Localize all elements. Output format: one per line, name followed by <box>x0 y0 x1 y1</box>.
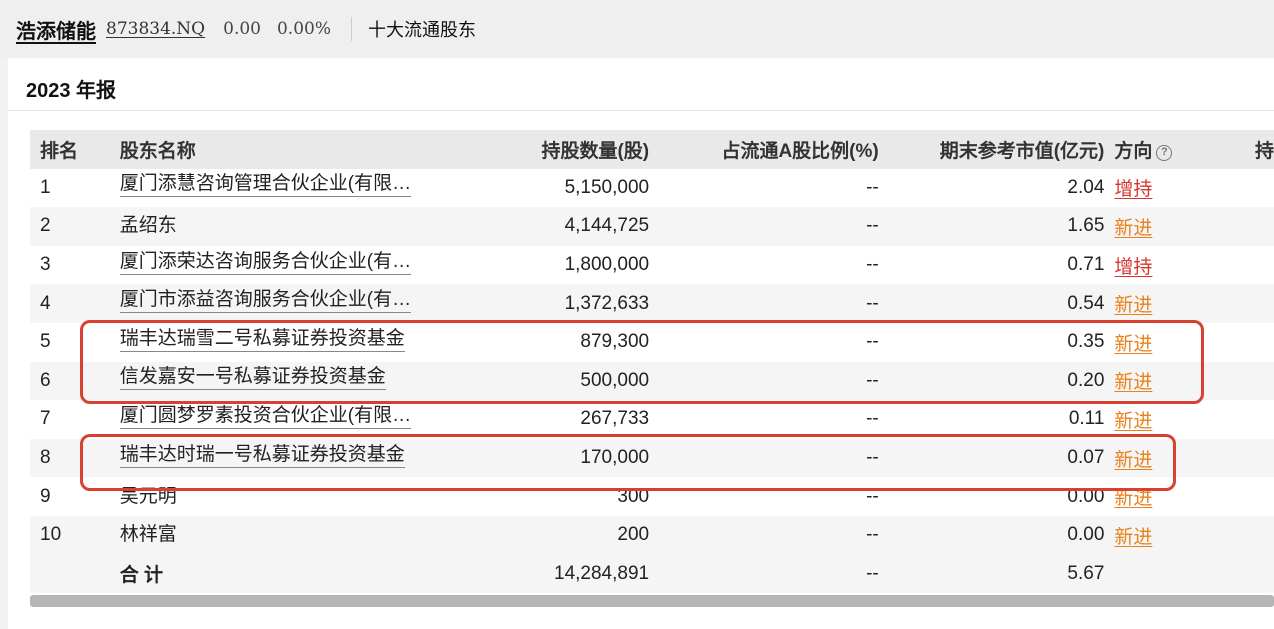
row-value: 1.65 <box>1067 215 1105 237</box>
col-name[interactable]: 股东名称 <box>120 130 450 169</box>
report-title: 2023 年报 <box>26 80 117 102</box>
direction-link[interactable]: 新进 <box>1114 450 1152 471</box>
direction-link[interactable]: 新进 <box>1114 334 1152 355</box>
row-pct: -- <box>866 524 879 546</box>
row-shares: 4,144,725 <box>564 215 650 237</box>
stock-name-link[interactable]: 浩添储能 <box>16 15 96 44</box>
row-value: 0.11 <box>1068 408 1105 430</box>
row-rank: 5 <box>40 331 51 353</box>
stock-change-pct: 0.00% <box>276 19 331 39</box>
row-shares: 170,000 <box>580 447 650 469</box>
row-value: 0.35 <box>1067 331 1105 353</box>
row-pct: -- <box>866 331 879 353</box>
col-more[interactable]: 持 <box>1214 130 1274 169</box>
row-shares: 1,800,000 <box>564 254 650 276</box>
row-pct: -- <box>866 408 879 430</box>
col-value[interactable]: 期末参考市值(亿元) <box>879 130 1105 169</box>
table-row: 6 信发嘉安一号私募证券投资基金 500,000 -- 0.20 新进 <box>30 361 1274 401</box>
col-direction[interactable]: 方向? <box>1104 130 1214 169</box>
stock-header: 浩添储能 873834.NQ 0.00 0.00% 十大流通股东 <box>0 0 1274 58</box>
help-circle-icon[interactable]: ? <box>1156 144 1173 161</box>
row-value: 0.07 <box>1067 447 1105 469</box>
stock-price: 0.00 <box>223 19 261 39</box>
row-value: 0.71 <box>1067 254 1105 276</box>
row-shares: 500,000 <box>580 369 650 391</box>
row-rank: 4 <box>40 292 51 314</box>
direction-link[interactable]: 新进 <box>1114 218 1152 239</box>
total-shares: 14,284,891 <box>554 562 650 584</box>
row-rank: 6 <box>40 369 51 391</box>
direction-link[interactable]: 增持 <box>1114 257 1152 278</box>
section-title: 十大流通股东 <box>368 20 476 41</box>
direction-link[interactable]: 新进 <box>1114 527 1152 548</box>
table-row: 3 厦门添荣达咨询服务合伙企业(有… 1,800,000 -- 0.71 增持 <box>30 245 1274 285</box>
row-shares: 200 <box>617 524 650 546</box>
table-header-row: 排名 股东名称 持股数量(股) 占流通A股比例(%) 期末参考市值(亿元) 方向… <box>30 130 1274 169</box>
table-row: 1 厦门添慧咨询管理合伙企业(有限… 5,150,000 -- 2.04 增持 <box>30 168 1274 208</box>
shareholder-name-link[interactable]: 林祥富 <box>120 523 177 547</box>
row-value: 2.04 <box>1067 176 1105 198</box>
row-pct: -- <box>866 176 879 198</box>
shareholder-name-link[interactable]: 厦门添慧咨询管理合伙企业(有限… <box>119 172 412 198</box>
total-label: 合 计 <box>119 565 164 587</box>
stock-code-link[interactable]: 873834.NQ <box>106 19 205 39</box>
shareholder-name-link[interactable]: 厦门圆梦罗素投资合伙企业(有限… <box>119 404 412 429</box>
header-divider <box>351 17 352 41</box>
table-row: 5 瑞丰达瑞雪二号私募证券投资基金 879,300 -- 0.35 新进 <box>30 322 1274 362</box>
row-shares: 267,733 <box>580 408 650 430</box>
row-shares: 300 <box>617 485 650 507</box>
table-row: 7 厦门圆梦罗素投资合伙企业(有限… 267,733 -- 0.11 新进 <box>30 400 1274 439</box>
row-pct: -- <box>866 447 879 469</box>
row-value: 0.00 <box>1067 524 1105 546</box>
table-row: 9 吴元明 300 -- 0.00 新进 <box>30 477 1274 516</box>
row-pct: -- <box>866 369 879 391</box>
direction-link[interactable]: 新进 <box>1114 411 1152 432</box>
col-shares[interactable]: 持股数量(股) <box>450 130 649 169</box>
shareholder-name-link[interactable]: 厦门添荣达咨询服务合伙企业(有… <box>119 250 412 275</box>
row-value: 0.20 <box>1067 369 1105 391</box>
shareholder-name-link[interactable]: 瑞丰达瑞雪二号私募证券投资基金 <box>119 327 405 352</box>
shareholder-name-link[interactable]: 信发嘉安一号私募证券投资基金 <box>119 365 386 391</box>
row-rank: 7 <box>40 408 51 430</box>
total-value: 5.67 <box>1067 562 1105 584</box>
col-direction-label: 方向 <box>1114 140 1153 162</box>
direction-link[interactable]: 增持 <box>1114 179 1152 200</box>
row-rank: 8 <box>40 447 51 469</box>
row-value: 0.00 <box>1067 485 1105 507</box>
row-rank: 2 <box>40 215 51 237</box>
row-pct: -- <box>866 485 879 507</box>
row-rank: 3 <box>40 254 51 276</box>
table-row: 8 瑞丰达时瑞一号私募证券投资基金 170,000 -- 0.07 新进 <box>30 438 1274 478</box>
row-pct: -- <box>866 292 879 314</box>
shareholder-name-link[interactable]: 孟绍东 <box>120 214 177 238</box>
shareholder-name-link[interactable]: 厦门市添益咨询服务合伙企业(有… <box>119 288 412 314</box>
row-shares: 879,300 <box>580 331 650 353</box>
table-row: 4 厦门市添益咨询服务合伙企业(有… 1,372,633 -- 0.54 新进 <box>30 284 1274 323</box>
col-rank[interactable]: 排名 <box>30 130 120 169</box>
row-rank: 1 <box>40 176 51 198</box>
direction-link[interactable]: 新进 <box>1114 488 1152 509</box>
direction-link[interactable]: 新进 <box>1114 295 1152 316</box>
table-row: 2 孟绍东 4,144,725 -- 1.65 新进 <box>30 207 1274 246</box>
row-pct: -- <box>866 215 879 237</box>
col-pct[interactable]: 占流通A股比例(%) <box>649 130 878 169</box>
row-value: 0.54 <box>1067 292 1105 314</box>
table-row: 10 林祥富 200 -- 0.00 新进 <box>30 515 1274 555</box>
total-row: 合 计 14,284,891 -- 5.67 <box>30 554 1274 594</box>
shareholders-panel: 2023 年报 排名 股东名称 持股数量(股) 占流通A股比例(%) 期末参考市… <box>8 58 1274 629</box>
total-pct: -- <box>866 562 879 584</box>
shareholder-name-link[interactable]: 瑞丰达时瑞一号私募证券投资基金 <box>119 443 405 468</box>
row-rank: 10 <box>40 524 62 546</box>
row-shares: 5,150,000 <box>564 176 650 198</box>
row-shares: 1,372,633 <box>564 292 650 314</box>
shareholder-name-link[interactable]: 吴元明 <box>120 485 177 509</box>
direction-link[interactable]: 新进 <box>1114 372 1152 393</box>
shareholders-table: 排名 股东名称 持股数量(股) 占流通A股比例(%) 期末参考市值(亿元) 方向… <box>30 130 1274 594</box>
horizontal-scrollbar[interactable] <box>30 595 1274 607</box>
row-pct: -- <box>866 254 879 276</box>
row-rank: 9 <box>40 485 51 507</box>
panel-divider <box>8 110 1274 111</box>
